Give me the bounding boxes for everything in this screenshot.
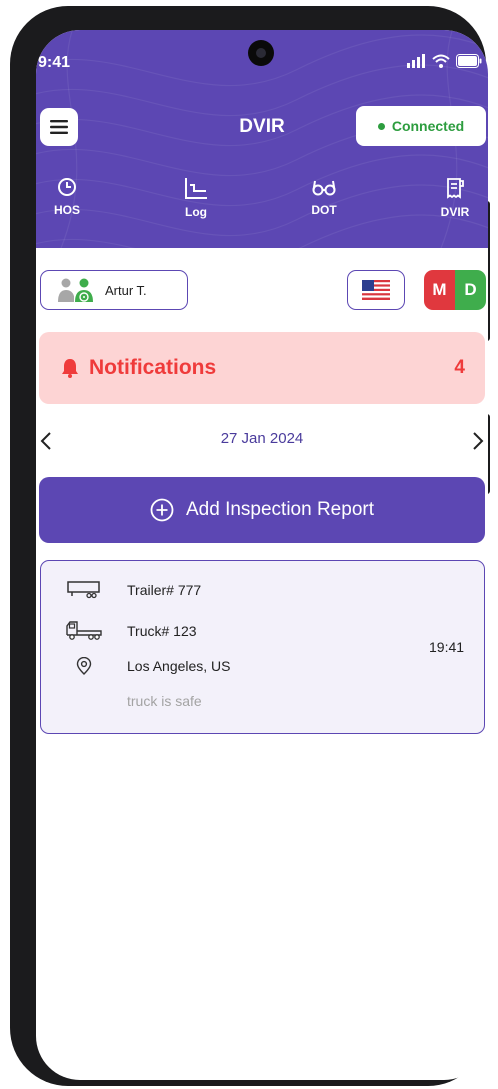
inspection-note: truck is safe	[127, 693, 202, 709]
tab-label: DVIR	[440, 205, 470, 219]
inspection-report-card[interactable]: Trailer# 777 Truck# 123 Los Angeles, US …	[40, 560, 485, 734]
add-inspection-report-button[interactable]: Add Inspection Report	[39, 477, 485, 543]
glasses-icon	[312, 180, 336, 196]
driver-name: Artur T.	[105, 282, 147, 298]
tab-dot[interactable]: DOT	[294, 177, 354, 217]
tab-log[interactable]: Log	[166, 177, 226, 219]
mode-d[interactable]: D	[455, 270, 486, 310]
status-time: 9:41	[38, 54, 71, 71]
tab-label: Log	[185, 205, 207, 219]
trailer-icon	[67, 581, 100, 599]
tab-hos[interactable]: HOS	[37, 177, 97, 217]
app-screen: 9:41 DVIR Connected HOS Log DOT DVIR Art…	[36, 30, 488, 1080]
plus-circle-icon	[150, 498, 174, 522]
driver-selector[interactable]: Artur T.	[40, 270, 188, 310]
app-header: 9:41 DVIR Connected HOS Log DOT DVIR	[36, 30, 488, 248]
connection-status-button[interactable]: Connected	[356, 106, 486, 146]
current-date: 27 Jan 2024	[220, 430, 304, 447]
battery-icon	[456, 54, 482, 68]
notifications-label: Notifications	[89, 356, 217, 379]
language-button[interactable]	[347, 270, 405, 310]
notifications-banner[interactable]: Notifications 4	[39, 332, 485, 404]
mode-switch[interactable]: M D	[424, 270, 486, 310]
next-day-button[interactable]	[468, 426, 488, 456]
notifications-count: 4	[454, 357, 465, 378]
truck-number: Truck# 123	[127, 623, 197, 639]
location-text: Los Angeles, US	[127, 658, 231, 674]
location-row: Los Angeles, US	[41, 657, 231, 675]
mode-m[interactable]: M	[424, 270, 455, 310]
us-flag-icon	[362, 280, 390, 300]
add-inspection-label: Add Inspection Report	[185, 499, 374, 520]
truck-icon	[66, 621, 102, 640]
phone-frame: 9:41 DVIR Connected HOS Log DOT DVIR Art…	[10, 6, 490, 1086]
chevron-right-icon	[473, 432, 484, 450]
date-navigator: 27 Jan 2024	[36, 426, 488, 456]
front-camera	[248, 40, 274, 66]
connection-label: Connected	[391, 118, 465, 134]
report-document-icon	[447, 178, 464, 199]
inspection-time: 19:41	[429, 639, 465, 655]
tab-label: HOS	[53, 203, 80, 217]
status-dot-icon	[377, 122, 385, 130]
status-icons	[406, 54, 482, 68]
trailer-number: Trailer# 777	[127, 582, 202, 598]
tab-dvir[interactable]: DVIR	[425, 177, 485, 219]
chart-line-icon	[185, 178, 207, 199]
tab-label: DOT	[311, 203, 337, 217]
trailer-row: Trailer# 777	[41, 581, 201, 599]
bell-icon	[62, 359, 78, 378]
clock-icon	[58, 178, 76, 196]
location-pin-icon	[76, 657, 92, 675]
wifi-icon	[432, 54, 450, 68]
signal-icon	[407, 54, 425, 68]
truck-row: Truck# 123	[41, 621, 197, 641]
driver-avatar-icon	[58, 278, 93, 302]
